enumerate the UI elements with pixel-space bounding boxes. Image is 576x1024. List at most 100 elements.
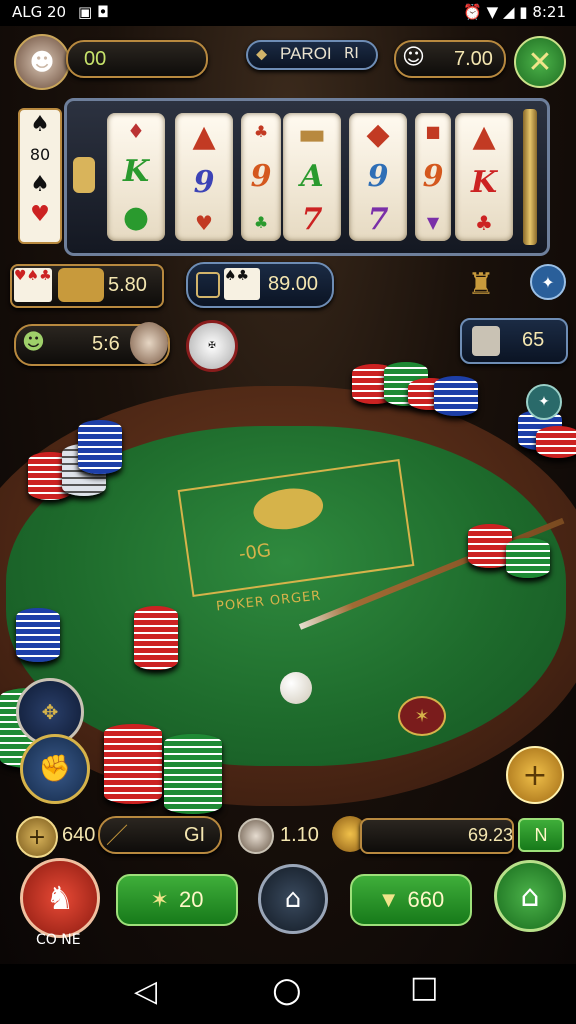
- shield-icon: ✦: [541, 272, 555, 292]
- avatar-face-icon: ☻: [29, 48, 55, 76]
- chip-stack-red[interactable]: [134, 606, 178, 670]
- status-carrier: ALG 20: [12, 3, 67, 21]
- reel-4[interactable]: ▬ A 7: [283, 113, 341, 241]
- reel-symbol-icon: ▲: [472, 118, 496, 154]
- bet-large-label: 660: [407, 887, 445, 912]
- house-icon: ⌂: [520, 878, 540, 914]
- club-icon: ♠: [30, 172, 50, 197]
- bird-icon: ♞: [45, 879, 75, 917]
- center-menu-button[interactable]: ⌂: [258, 864, 328, 934]
- chest-icon: [58, 268, 104, 302]
- chip-stack-red[interactable]: [536, 426, 576, 458]
- reel-symbol: 9: [250, 159, 272, 195]
- cards-value: 5.80: [108, 274, 147, 296]
- table-emblem-badge[interactable]: ✶: [398, 696, 446, 736]
- back-icon[interactable]: ◁: [134, 974, 157, 1009]
- arrow-down-icon: ▼: [377, 887, 400, 912]
- reel-1[interactable]: ♦ K ●: [107, 113, 165, 241]
- player-avatar[interactable]: ☻: [14, 34, 70, 90]
- chip-stack-green[interactable]: [164, 734, 222, 814]
- chip-stack-red[interactable]: [104, 724, 162, 804]
- dealer-badge[interactable]: ✠: [186, 320, 238, 372]
- heart-icon: ♥: [30, 202, 50, 227]
- hud-meter[interactable]: ／ GI: [98, 816, 222, 854]
- score-panel: 65: [460, 318, 568, 364]
- add-button-small[interactable]: +: [16, 816, 58, 858]
- chip-icon: ✦: [538, 394, 550, 410]
- home-label: CO NE: [36, 932, 81, 948]
- plus-icon: +: [27, 824, 47, 850]
- reel-5[interactable]: ◆ 9 7: [349, 113, 407, 241]
- mini-avatar[interactable]: [238, 818, 274, 854]
- balance-pill: 00: [66, 40, 208, 78]
- info-button[interactable]: ✦: [526, 384, 562, 420]
- reel-lever-right[interactable]: [523, 109, 537, 245]
- plus-icon: +: [522, 757, 548, 793]
- reel-symbol-icon: ■: [425, 122, 441, 142]
- fist-icon: ✊: [38, 754, 72, 784]
- home-icon[interactable]: ○: [272, 970, 302, 1010]
- reel-symbol-icon: ●: [122, 200, 150, 236]
- chip-stack-blue[interactable]: [434, 376, 478, 416]
- bet-large-button[interactable]: ▼ 660: [350, 874, 472, 926]
- reel-symbol-icon: ♣: [475, 211, 493, 236]
- trophy-icon[interactable]: ♜: [462, 262, 500, 306]
- reel-symbol: 7: [367, 202, 389, 238]
- reel-symbol-icon: ▬: [297, 116, 327, 152]
- reel-symbol-icon: ♣: [253, 122, 269, 142]
- reel-6[interactable]: ■ 9 ▼: [415, 113, 451, 241]
- shop-button[interactable]: ⌂: [494, 860, 566, 932]
- table-emblem-icon: [250, 484, 326, 534]
- android-nav-bar: ◁ ○ □: [0, 964, 576, 1024]
- hud-meter-value: GI: [184, 824, 206, 846]
- home-lobby-button[interactable]: ♞: [20, 858, 100, 938]
- hud-right-value: 69.23: [468, 825, 514, 845]
- reel-symbol: 9: [422, 159, 444, 195]
- side-action-button[interactable]: ✊: [20, 734, 90, 804]
- crest-icon: ✠: [208, 341, 216, 351]
- goblin-icon: ☻: [22, 330, 45, 355]
- player-value: 5:6: [92, 333, 120, 355]
- chip-stack-blue[interactable]: [78, 420, 122, 474]
- coin-icon: ⬥: [256, 44, 268, 63]
- reel-7[interactable]: ▲ K ♣: [455, 113, 513, 241]
- reel-symbol-icon: ♥: [195, 211, 213, 236]
- reel-2[interactable]: ▲ 9 ♥: [175, 113, 233, 241]
- star-icon: ✶: [150, 887, 169, 912]
- gate-icon: ⌂: [284, 884, 302, 914]
- cards-icon: ♥♠♣: [14, 268, 52, 302]
- status-bar: ALG 20 ▣ ◘ ⏰ ▼ ◢ ▮ 8:21: [0, 0, 576, 26]
- spade-icon: ♠: [30, 112, 50, 137]
- chip-stack-green[interactable]: [506, 538, 550, 578]
- hud-right-panel: 69.23: [360, 818, 514, 854]
- close-button[interactable]: ✕: [514, 36, 566, 88]
- close-icon: ✕: [527, 44, 553, 80]
- reel-3[interactable]: ♣ 9 ♣: [241, 113, 281, 241]
- crest-icon: ✥: [41, 700, 59, 724]
- recents-icon[interactable]: □: [410, 970, 438, 1005]
- add-chips-button[interactable]: +: [506, 746, 564, 804]
- pot-value: 89.00: [268, 273, 319, 295]
- opponent-avatar[interactable]: [130, 322, 168, 364]
- reel-symbol-icon: ♣: [253, 212, 269, 232]
- notification-icon: ▣ ◘: [78, 3, 109, 21]
- pot-panel: ♠♣ 89.00: [186, 262, 334, 308]
- mode-badge: RI: [344, 44, 359, 62]
- chip-stack-blue[interactable]: [16, 608, 60, 662]
- cue-ball[interactable]: [280, 672, 312, 704]
- hud-badge-button[interactable]: N: [518, 818, 564, 852]
- status-time: 8:21: [532, 3, 566, 21]
- reel-symbol: 7: [301, 202, 323, 238]
- reel-lever-left[interactable]: [73, 157, 95, 193]
- player-panel: ☻ 5:6: [14, 322, 170, 366]
- reel-symbol-icon: ◆: [366, 116, 390, 152]
- mode-label: PAROI: [280, 44, 332, 63]
- hud-left-value: 640: [62, 824, 96, 846]
- settings-button[interactable]: ✦: [530, 264, 566, 300]
- side-card[interactable]: ♠ 80 ♠ ♥: [18, 108, 62, 244]
- reel-symbol: K: [470, 164, 498, 200]
- bet-small-button[interactable]: ✶ 20: [116, 874, 238, 926]
- character-icon: ☺: [402, 45, 425, 70]
- mode-pill[interactable]: ⬥ PAROI RI: [246, 40, 378, 70]
- star-icon: ✶: [414, 705, 430, 727]
